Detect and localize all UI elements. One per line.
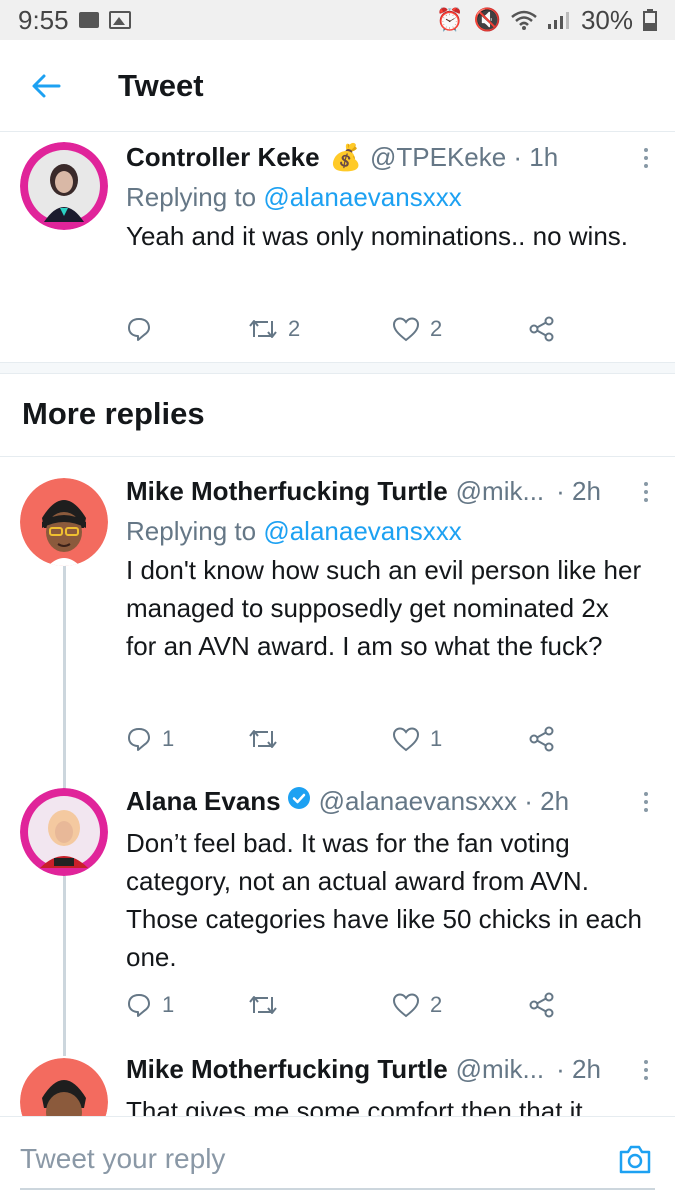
- section-separator: [0, 362, 675, 374]
- page-title: Tweet: [118, 67, 204, 103]
- like-button[interactable]: 2: [392, 992, 528, 1018]
- replying-to-link[interactable]: @alanaevansxxx: [263, 182, 461, 212]
- reply-icon: [128, 994, 150, 1017]
- share-button[interactable]: [528, 991, 556, 1019]
- replying-to: Replying to @alanaevansxxx: [126, 516, 645, 547]
- more-options-button[interactable]: [641, 1060, 651, 1080]
- alarm-icon: ⏰: [436, 7, 464, 32]
- camera-icon[interactable]: [617, 1141, 653, 1177]
- status-bar: 9:55 ⏰ 🔇 30%: [0, 0, 675, 40]
- mute-icon: 🔇: [473, 7, 501, 32]
- reply-icon: [128, 318, 150, 341]
- reply-tweet[interactable]: Alana Evans @alanaevansxxx · 2h Don’t fe…: [0, 780, 675, 1040]
- like-button[interactable]: 2: [392, 316, 528, 342]
- like-button[interactable]: 1: [392, 726, 528, 752]
- share-icon: [529, 726, 554, 752]
- wifi-icon: [511, 10, 537, 30]
- status-time: 9:55: [18, 4, 69, 35]
- main-tweet[interactable]: Controller Keke 💰 @TPEKeke · 1h Replying…: [0, 132, 675, 362]
- retweet-button[interactable]: [248, 993, 392, 1017]
- reply-icon: [128, 728, 150, 751]
- retweet-icon: [249, 320, 277, 338]
- tweet-time[interactable]: · 2h: [556, 1054, 601, 1085]
- avatar[interactable]: [20, 788, 108, 876]
- avatar[interactable]: [20, 142, 108, 230]
- tweet-actions: 1 1: [126, 724, 596, 754]
- more-options-button[interactable]: [641, 148, 651, 168]
- author-name[interactable]: Controller Keke: [126, 142, 320, 173]
- avatar[interactable]: [20, 1058, 108, 1116]
- reply-input[interactable]: [20, 1139, 580, 1179]
- tweet-actions: 1 2: [126, 990, 596, 1020]
- folder-icon: [78, 12, 99, 28]
- tweet-time[interactable]: · 2h: [556, 476, 601, 507]
- reply-button[interactable]: [126, 316, 248, 342]
- avatar[interactable]: [20, 478, 108, 566]
- retweet-count: 2: [288, 316, 301, 341]
- back-button[interactable]: [16, 56, 76, 116]
- retweet-icon: [249, 730, 277, 748]
- more-replies-heading: More replies: [22, 396, 205, 431]
- tweet-text: Don’t feel bad. It was for the fan votin…: [126, 828, 642, 972]
- arrow-left-icon: [32, 74, 61, 97]
- author-name[interactable]: Mike Motherfucking Turtle: [126, 476, 448, 507]
- replying-to-prefix: Replying to: [126, 516, 257, 546]
- battery-icon: [643, 9, 657, 31]
- author-name[interactable]: Mike Motherfucking Turtle: [126, 1054, 448, 1085]
- input-underline: [20, 1188, 655, 1190]
- replying-to-link[interactable]: @alanaevansxxx: [263, 516, 461, 546]
- author-name[interactable]: Alana Evans: [126, 786, 281, 817]
- heart-icon: [392, 727, 420, 752]
- retweet-button[interactable]: [248, 727, 392, 751]
- replying-to-prefix: Replying to: [126, 182, 257, 212]
- reply-button[interactable]: 1: [126, 992, 248, 1018]
- reply-composer: [0, 1116, 675, 1200]
- share-button[interactable]: [528, 315, 556, 343]
- heart-icon: [392, 317, 420, 342]
- tweet-actions: 2 2: [126, 314, 596, 344]
- author-handle[interactable]: @alanaevansxxx · 2h: [319, 786, 569, 817]
- share-button[interactable]: [528, 725, 556, 753]
- divider: [0, 456, 675, 457]
- replying-to: Replying to @alanaevansxxx: [126, 182, 645, 213]
- reply-button[interactable]: 1: [126, 726, 248, 752]
- more-options-button[interactable]: [641, 792, 651, 812]
- share-icon: [529, 316, 554, 342]
- retweet-button[interactable]: 2: [248, 316, 392, 342]
- verified-badge-icon: [287, 787, 310, 809]
- more-options-button[interactable]: [641, 482, 651, 502]
- share-icon: [529, 992, 554, 1018]
- app-bar: Tweet: [0, 40, 675, 132]
- signal-icon: [547, 12, 569, 29]
- like-count: 2: [430, 316, 443, 341]
- reply-tweet[interactable]: Mike Motherfucking Turtle @mik... · 2h T…: [0, 1050, 675, 1116]
- money-bag-emoji: 💰: [329, 142, 362, 172]
- image-icon: [108, 11, 131, 29]
- author-handle[interactable]: @mik...: [456, 1054, 545, 1085]
- retweet-icon: [249, 996, 277, 1014]
- author-handle[interactable]: @TPEKeke · 1h: [370, 142, 558, 173]
- tweet-text: That gives me some comfort then that it: [126, 1096, 583, 1116]
- reply-count: 1: [162, 992, 175, 1017]
- tweet-text: Yeah and it was only nominations.. no wi…: [126, 221, 629, 251]
- author-handle[interactable]: @mik...: [456, 476, 545, 507]
- reply-tweet[interactable]: Mike Motherfucking Turtle @mik... · 2h R…: [0, 470, 675, 770]
- tweet-text: I don't know how such an evil person lik…: [126, 555, 642, 661]
- reply-count: 1: [162, 726, 175, 751]
- battery-percent: 30%: [580, 4, 633, 35]
- like-count: 2: [430, 992, 443, 1017]
- like-count: 1: [430, 726, 443, 751]
- heart-icon: [392, 993, 420, 1018]
